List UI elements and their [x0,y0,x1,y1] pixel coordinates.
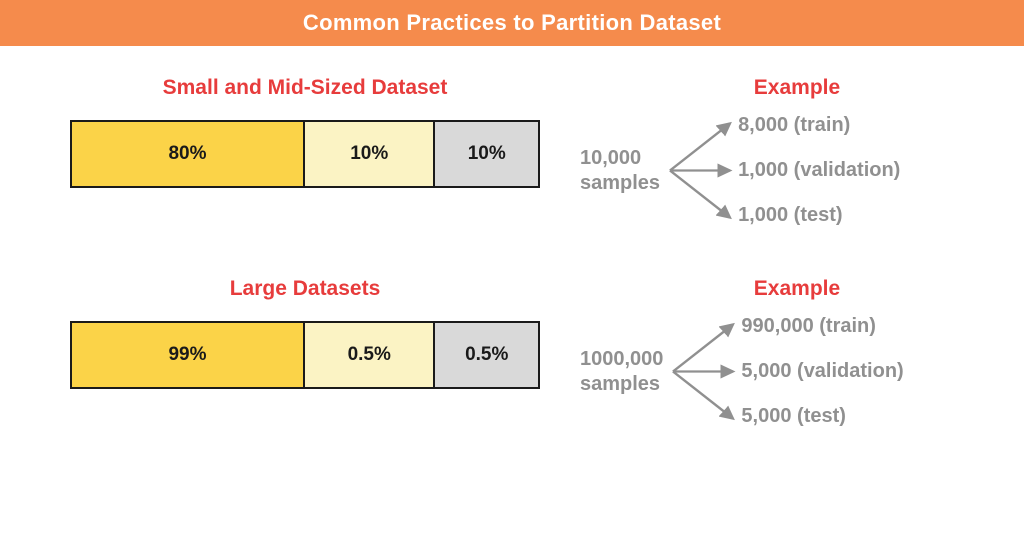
split-test: 1,000 (test) [738,204,900,227]
example-block-large: Example 1000,000 samples [580,277,954,428]
split-test: 5,000 (test) [741,405,903,428]
example-total: 10,000 samples [580,146,660,196]
bar-block-large: Large Datasets 99% 0.5% 0.5% [70,277,540,389]
example-splits: 8,000 (train) 1,000 (validation) 1,000 (… [668,114,900,227]
split-validation: 5,000 (validation) [741,360,903,383]
section-title: Small and Mid-Sized Dataset [70,76,540,100]
example-row: 1000,000 samples 990,000 (tr [580,315,954,428]
section-title: Large Datasets [70,277,540,301]
example-row: 10,000 samples 8,000 (train) [580,114,954,227]
bar-seg-test: 0.5% [435,323,538,387]
split-train: 990,000 (train) [741,315,903,338]
bar-seg-train: 99% [72,323,305,387]
bar-seg-test: 10% [435,122,538,186]
partition-bar: 80% 10% 10% [70,120,540,188]
fanout-arrows-icon [668,114,738,227]
bar-block-small: Small and Mid-Sized Dataset 80% 10% 10% [70,76,540,188]
example-total-count: 10,000 [580,147,641,169]
diagram-content: Small and Mid-Sized Dataset 80% 10% 10% … [0,46,1024,428]
split-validation: 1,000 (validation) [738,159,900,182]
example-total: 1000,000 samples [580,347,663,397]
example-total-unit: samples [580,172,660,194]
example-block-small: Example 10,000 samples [580,76,954,227]
fanout-arrows-icon [671,315,741,428]
banner-title: Common Practices to Partition Dataset [0,0,1024,46]
example-total-unit: samples [580,373,660,395]
example-heading: Example [640,277,954,301]
example-heading: Example [640,76,954,100]
example-total-count: 1000,000 [580,348,663,370]
bar-seg-validation: 10% [305,122,435,186]
split-train: 8,000 (train) [738,114,900,137]
example-splits: 990,000 (train) 5,000 (validation) 5,000… [671,315,903,428]
section-small-mid: Small and Mid-Sized Dataset 80% 10% 10% … [70,76,954,227]
section-large: Large Datasets 99% 0.5% 0.5% Example 100… [70,277,954,428]
bar-seg-train: 80% [72,122,305,186]
partition-bar: 99% 0.5% 0.5% [70,321,540,389]
bar-seg-validation: 0.5% [305,323,435,387]
